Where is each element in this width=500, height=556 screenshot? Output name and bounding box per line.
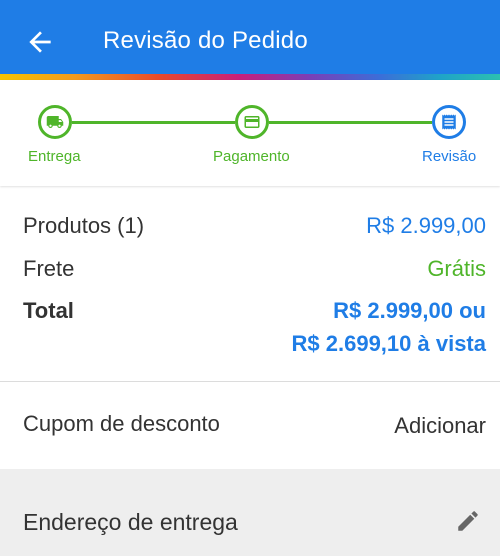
step-payment[interactable] — [235, 105, 269, 139]
receipt-icon — [442, 114, 456, 130]
page-title: Revisão do Pedido — [103, 27, 308, 54]
step-label-delivery: Entrega — [28, 148, 81, 165]
shipping-label: Frete — [23, 256, 75, 281]
step-connector-1 — [72, 121, 235, 124]
checkout-stepper: Entrega Pagamento Revisão — [0, 80, 500, 186]
pencil-icon[interactable] — [455, 508, 481, 534]
step-connector-2 — [269, 121, 432, 124]
arrow-back-icon[interactable] — [24, 26, 56, 58]
total-value-cash: R$ 2.699,10 à vista — [291, 331, 486, 356]
step-delivery[interactable] — [38, 105, 72, 139]
divider — [0, 381, 500, 382]
products-value: R$ 2.999,00 — [366, 213, 486, 238]
total-label: Total — [23, 298, 74, 323]
coupon-label: Cupom de desconto — [23, 411, 220, 436]
truck-icon — [46, 116, 64, 128]
products-label: Produtos (1) — [23, 213, 145, 238]
total-value-installments: R$ 2.999,00 ou — [333, 298, 486, 323]
step-label-review: Revisão — [422, 148, 477, 165]
shipping-value: Grátis — [427, 256, 486, 281]
credit-card-icon — [244, 116, 260, 128]
add-coupon-button[interactable]: Adicionar — [394, 412, 486, 440]
step-label-payment: Pagamento — [213, 148, 290, 165]
app-bar: Revisão do Pedido — [0, 0, 500, 76]
address-title: Endereço de entrega — [23, 509, 238, 535]
step-review[interactable] — [432, 105, 466, 139]
